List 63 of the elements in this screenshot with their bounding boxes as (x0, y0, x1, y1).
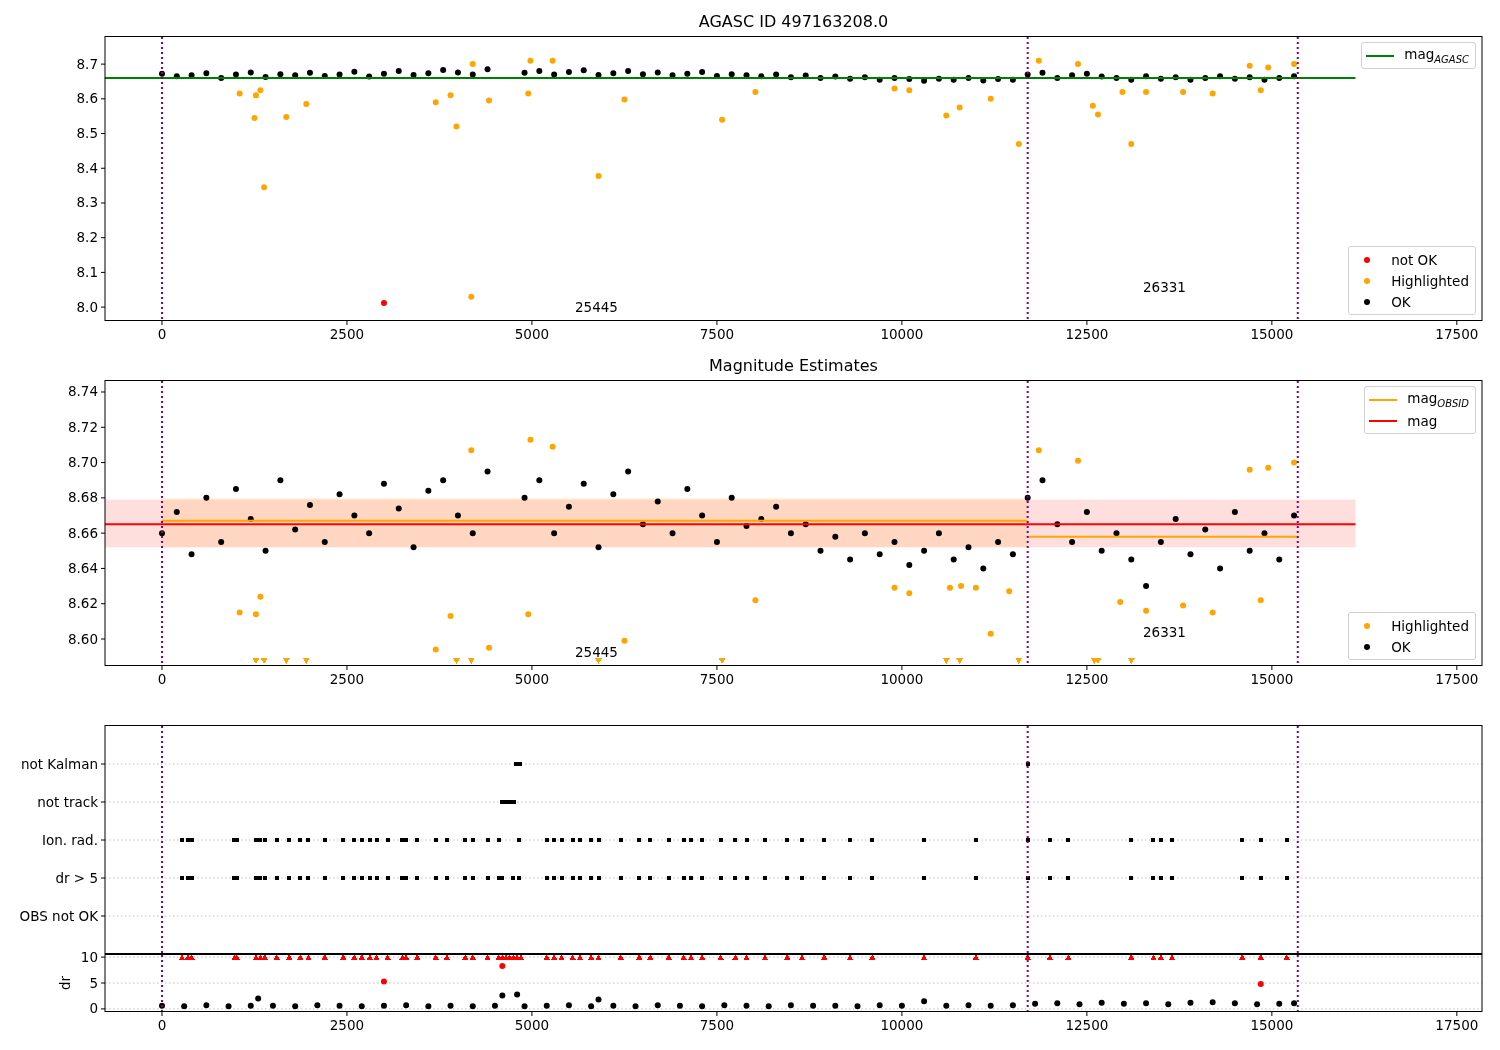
tick-label: 8.7 (76, 55, 98, 72)
annotation-label: 25445 (575, 644, 618, 660)
tick-label: 8.1 (76, 263, 98, 280)
tick-label: 8.64 (67, 559, 98, 576)
legend-label: mag$_{AGASC}$ (1404, 46, 1469, 65)
tick-label: 8.70 (67, 454, 98, 471)
tick-label: 12500 (1065, 326, 1109, 342)
tick-label: 8.4 (76, 159, 98, 176)
tick-label: 15000 (1250, 1017, 1294, 1033)
legend-label: OK (1391, 638, 1411, 655)
tick-label: 17500 (1435, 326, 1479, 342)
tick-label: 7500 (699, 326, 735, 342)
legend-label: OK (1391, 293, 1411, 310)
tick-label: 2500 (329, 671, 365, 687)
tick-label: 2500 (329, 1017, 365, 1033)
tick-label: 8.0 (76, 298, 98, 315)
legend-label: mag$_{OBSID}$ (1407, 390, 1469, 409)
tick-label: 10000 (880, 1017, 924, 1033)
chart-title: AGASC ID 497163208.0 (698, 12, 889, 31)
tick-label: 10 (80, 948, 98, 965)
tick-label: not Kalman (20, 755, 98, 772)
tick-label: 10000 (880, 326, 924, 342)
legend-label: not OK (1391, 251, 1438, 268)
tick-label: 17500 (1435, 1017, 1479, 1033)
annotation-label: 25445 (575, 299, 618, 315)
tick-label: 8.72 (67, 418, 98, 435)
annotation-label: 26331 (1143, 624, 1186, 640)
tick-label: not track (37, 793, 98, 810)
tick-label: 5000 (514, 326, 550, 342)
legend-label: Highlighted (1391, 617, 1469, 634)
tick-label: 7500 (699, 671, 735, 687)
tick-label: OBS not OK (19, 907, 98, 924)
tick-label: 8.66 (67, 524, 98, 541)
tick-label: 8.60 (67, 630, 98, 647)
tick-label: 15000 (1250, 671, 1294, 687)
axis-label: dr (57, 975, 73, 991)
tick-label: 8.6 (76, 90, 98, 107)
tick-label: 0 (157, 1017, 167, 1033)
tick-label: 5000 (514, 671, 550, 687)
tick-label: 5000 (514, 1017, 550, 1033)
tick-label: 15000 (1250, 326, 1294, 342)
tick-label: 2500 (329, 326, 365, 342)
tick-label: 8.62 (67, 595, 98, 612)
legend-label: mag (1407, 412, 1438, 429)
tick-label: 8.2 (76, 229, 98, 246)
tick-label: 7500 (699, 1017, 735, 1033)
annotation-label: 26331 (1143, 279, 1186, 295)
tick-label: 5 (89, 974, 98, 991)
tick-label: 8.3 (76, 194, 98, 211)
tick-label: 8.5 (76, 125, 98, 142)
tick-label: dr > 5 (55, 869, 98, 886)
tick-label: 8.74 (67, 383, 98, 400)
tick-label: 0 (157, 671, 167, 687)
tick-label: 10000 (880, 671, 924, 687)
legend-label: Highlighted (1391, 272, 1469, 289)
tick-label: 0 (157, 326, 167, 342)
tick-label: Ion. rad. (41, 831, 98, 848)
tick-label: 12500 (1065, 1017, 1109, 1033)
tick-label: 0 (89, 1000, 98, 1017)
tick-label: 12500 (1065, 671, 1109, 687)
tick-label: 8.68 (67, 489, 98, 506)
chart-title: Magnitude Estimates (709, 356, 878, 375)
tick-label: 17500 (1435, 671, 1479, 687)
